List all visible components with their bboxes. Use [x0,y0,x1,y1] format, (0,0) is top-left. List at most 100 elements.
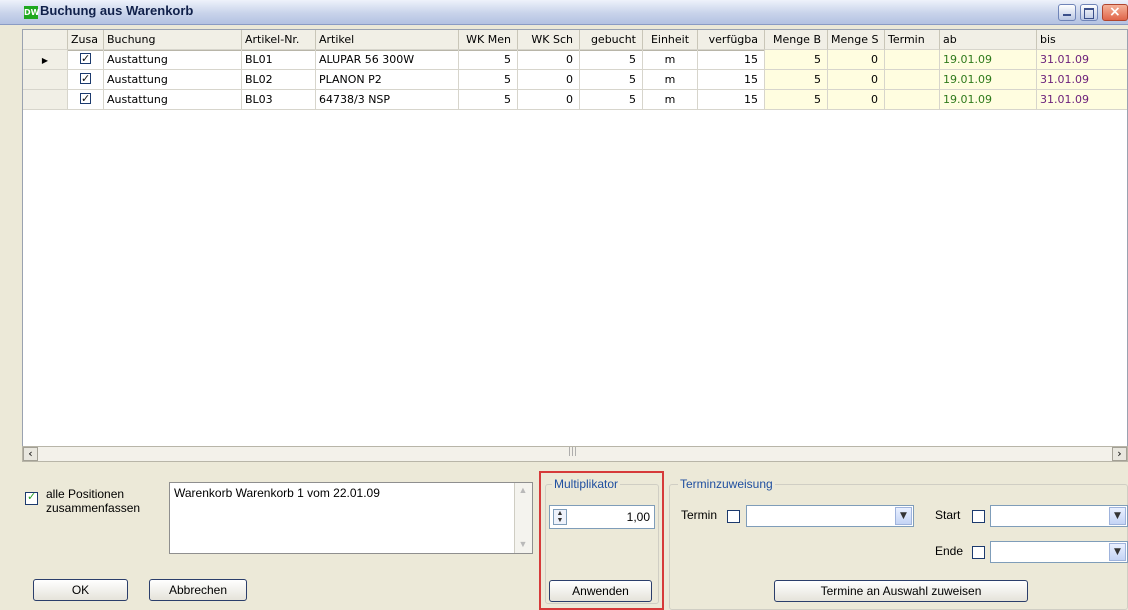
zusa-cell[interactable] [68,70,104,90]
column-header-gebucht[interactable]: gebucht [580,30,643,50]
termin-checkbox[interactable] [727,510,740,523]
start-combobox[interactable]: ▼ [990,505,1128,527]
verfuegbar-cell[interactable]: 15 [698,50,765,70]
wk-sch-cell[interactable]: 0 [518,90,580,110]
wk-men-cell[interactable]: 5 [459,50,518,70]
horizontal-scrollbar[interactable]: ‹ ||| › [22,446,1128,462]
menge-b-cell[interactable]: 5 [765,70,828,90]
ab-cell[interactable]: 19.01.09 [940,70,1037,90]
scroll-grip-icon: ||| [568,447,578,457]
title-bar: DW Buchung aus Warenkorb × [0,0,1128,25]
menge-b-cell[interactable]: 5 [765,50,828,70]
column-header-wk-sch[interactable]: WK Sch [518,30,580,50]
einheit-cell[interactable]: m [643,70,698,90]
buchung-cell[interactable]: Austattung [104,70,242,90]
gebucht-cell[interactable]: 5 [580,70,643,90]
verfuegbar-cell[interactable]: 15 [698,90,765,110]
menge-s-cell[interactable]: 0 [828,50,885,70]
column-header-einheit[interactable]: Einheit [643,30,698,50]
chevron-left-icon: ‹ [28,447,33,460]
zusa-checkbox[interactable] [80,70,91,89]
zusa-checkbox[interactable] [80,90,91,109]
close-button[interactable]: × [1102,4,1128,21]
termin-combobox[interactable]: ▼ [746,505,914,527]
gebucht-cell[interactable]: 5 [580,50,643,70]
wk-sch-cell[interactable]: 0 [518,50,580,70]
memo-scroll-up-icon[interactable]: ▲ [517,485,529,497]
ende-combobox[interactable]: ▼ [990,541,1128,563]
bis-cell[interactable]: 31.01.09 [1037,70,1127,90]
ab-cell[interactable]: 19.01.09 [940,50,1037,70]
terminzuweisung-legend: Terminzuweisung [678,477,775,491]
minimize-button[interactable] [1058,4,1076,21]
termin-cell[interactable] [885,50,940,70]
buchung-cell[interactable]: Austattung [104,50,242,70]
row-indicator[interactable]: ▶ [23,50,68,70]
column-header-menge-b[interactable]: Menge B [765,30,828,50]
menge-b-cell[interactable]: 5 [765,90,828,110]
gebucht-cell[interactable]: 5 [580,90,643,110]
maximize-button[interactable] [1080,4,1098,21]
artikel-nr-cell[interactable]: BL02 [242,70,316,90]
bis-cell[interactable]: 31.01.09 [1037,50,1127,70]
column-header-menge-s[interactable]: Menge S [828,30,885,50]
scroll-left-button[interactable]: ‹ [23,447,38,461]
booking-grid[interactable]: Zusa Buchung Artikel-Nr. Artikel WK Men … [22,29,1128,460]
table-row[interactable]: ▶ Austattung BL01 ALUPAR 56 300W 5 0 5 m… [23,50,1127,70]
column-header-ab[interactable]: ab [940,30,1037,50]
assign-dates-button[interactable]: Termine an Auswahl zuweisen [774,580,1028,602]
column-header-zusa[interactable]: Zusa [68,30,104,50]
zusa-checkbox[interactable] [80,50,91,69]
column-header-bis[interactable]: bis [1037,30,1127,50]
artikel-nr-cell[interactable]: BL03 [242,90,316,110]
memo-scrollbar[interactable]: ▲ ▼ [514,483,532,553]
verfuegbar-cell[interactable]: 15 [698,70,765,90]
column-header-artikel-nr[interactable]: Artikel-Nr. [242,30,316,50]
cancel-button[interactable]: Abbrechen [149,579,247,601]
termin-cell[interactable] [885,70,940,90]
buchung-cell[interactable]: Austattung [104,90,242,110]
chevron-down-icon[interactable]: ▼ [1109,543,1126,561]
start-label: Start [935,508,961,522]
ok-button[interactable]: OK [33,579,128,601]
artikel-cell[interactable]: 64738/3 NSP [316,90,459,110]
row-indicator[interactable] [23,90,68,110]
column-header-buchung[interactable]: Buchung [104,30,242,50]
column-header-termin[interactable]: Termin [885,30,940,50]
merge-positions-label: alle Positionen [46,487,125,501]
ende-checkbox[interactable] [972,546,985,559]
chevron-down-icon[interactable]: ▼ [895,507,912,525]
menge-s-cell[interactable]: 0 [828,90,885,110]
zusa-cell[interactable] [68,50,104,70]
row-header-corner [23,30,68,50]
wk-men-cell[interactable]: 5 [459,90,518,110]
merge-positions-checkbox[interactable] [25,490,38,505]
start-checkbox[interactable] [972,510,985,523]
column-header-verfuegbar[interactable]: verfügba [698,30,765,50]
wk-sch-cell[interactable]: 0 [518,70,580,90]
termin-label: Termin [681,508,718,522]
scroll-right-button[interactable]: › [1112,447,1127,461]
menge-s-cell[interactable]: 0 [828,70,885,90]
ab-cell[interactable]: 19.01.09 [940,90,1037,110]
artikel-nr-cell[interactable]: BL01 [242,50,316,70]
row-indicator[interactable] [23,70,68,90]
window-title: Buchung aus Warenkorb [40,3,194,18]
column-header-wk-men[interactable]: WK Men [459,30,518,50]
einheit-cell[interactable]: m [643,50,698,70]
column-header-artikel[interactable]: Artikel [316,30,459,50]
chevron-down-icon[interactable]: ▼ [1109,507,1126,525]
wk-men-cell[interactable]: 5 [459,70,518,90]
table-row[interactable]: Austattung BL03 64738/3 NSP 5 0 5 m 15 5… [23,90,1127,110]
app-icon: DW [24,6,40,19]
bis-cell[interactable]: 31.01.09 [1037,90,1127,110]
artikel-cell[interactable]: PLANON P2 [316,70,459,90]
artikel-cell[interactable]: ALUPAR 56 300W [316,50,459,70]
ende-label: Ende [935,544,964,558]
termin-cell[interactable] [885,90,940,110]
zusa-cell[interactable] [68,90,104,110]
basket-description-memo[interactable]: Warenkorb Warenkorb 1 vom 22.01.09 ▲ ▼ [169,482,533,554]
table-row[interactable]: Austattung BL02 PLANON P2 5 0 5 m 15 5 0… [23,70,1127,90]
einheit-cell[interactable]: m [643,90,698,110]
memo-scroll-down-icon[interactable]: ▼ [517,539,529,551]
